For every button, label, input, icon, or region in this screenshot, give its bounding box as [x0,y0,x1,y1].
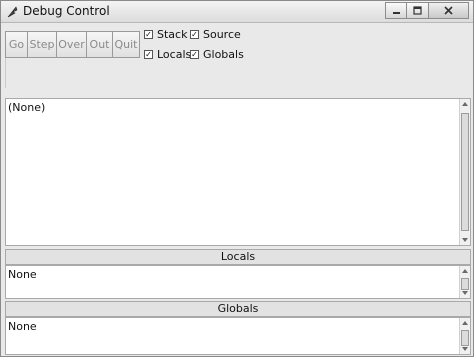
scroll-up-icon[interactable] [462,269,468,273]
step-button[interactable]: Step [28,31,57,58]
locals-header: Locals [5,249,471,265]
stack-check-box[interactable]: ✓ [144,30,153,39]
stack-list[interactable]: (None) [5,98,471,246]
scroll-up-icon[interactable] [462,102,468,106]
quit-button[interactable]: Quit [113,31,140,58]
locals-scrollbar[interactable] [459,266,470,298]
toolbar-divider [5,58,141,88]
source-checkbox[interactable]: ✓ Source [190,28,241,41]
debug-control-window: Debug Control Go Step Over Out Quit ✓ St [0,0,474,357]
minimize-icon [392,12,400,14]
scroll-down-icon[interactable] [462,347,468,351]
stack-checkbox-label: Stack [157,28,188,41]
globals-check-box[interactable]: ✓ [190,50,199,59]
feather-app-icon [7,6,18,18]
globals-checkbox[interactable]: ✓ Globals [190,48,244,61]
locals-checkbox[interactable]: ✓ Locals [144,48,191,61]
window-title: Debug Control [23,4,110,18]
source-check-box[interactable]: ✓ [190,30,199,39]
view-options: ✓ Stack ✓ Source ✓ Locals ✓ Globals [141,27,261,77]
locals-value: None [8,268,37,281]
close-button[interactable] [429,2,469,19]
scroll-thumb[interactable] [461,330,469,346]
scroll-down-icon[interactable] [462,291,468,295]
stack-checkbox[interactable]: ✓ Stack [144,28,187,41]
window-controls [385,2,469,19]
scroll-thumb[interactable] [461,113,469,231]
locals-check-box[interactable]: ✓ [144,50,153,59]
close-icon [444,6,453,15]
scroll-thumb[interactable] [461,278,469,290]
globals-value: None [8,320,37,333]
go-button[interactable]: Go [5,31,28,58]
toolbar: Go Step Over Out Quit ✓ Stack ✓ Source ✓… [5,27,471,88]
out-button[interactable]: Out [87,31,113,58]
globals-list[interactable]: None [5,317,471,355]
globals-scrollbar[interactable] [459,318,470,354]
locals-list[interactable]: None [5,265,471,299]
over-button[interactable]: Over [57,31,87,58]
minimize-button[interactable] [385,2,407,19]
maximize-icon [413,6,422,15]
stack-list-item[interactable]: (None) [8,101,45,114]
scroll-up-icon[interactable] [462,321,468,325]
scroll-down-icon[interactable] [462,238,468,242]
globals-checkbox-label: Globals [203,48,244,61]
source-checkbox-label: Source [203,28,241,41]
maximize-button[interactable] [407,2,429,19]
title-bar: Debug Control [1,1,473,23]
stack-scrollbar[interactable] [459,99,470,245]
locals-checkbox-label: Locals [157,48,192,61]
step-button-group: Go Step Over Out Quit [5,31,140,58]
globals-header: Globals [5,301,471,317]
